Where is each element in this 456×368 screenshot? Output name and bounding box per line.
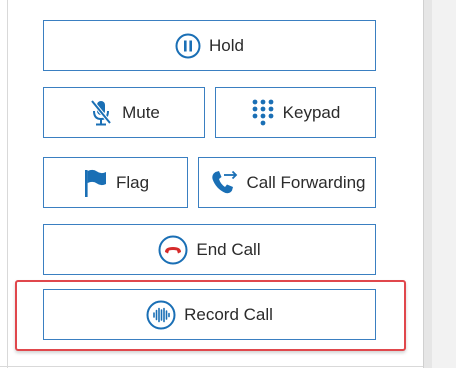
microphone-muted-icon (88, 98, 114, 128)
panel-bottom-border (0, 366, 423, 367)
keypad-label: Keypad (282, 102, 341, 122)
hold-button[interactable]: Hold (43, 20, 376, 71)
phone-forward-icon (208, 168, 240, 198)
mute-label: Mute (122, 102, 160, 122)
flag-icon (82, 168, 108, 198)
call-forwarding-button[interactable]: Call Forwarding (198, 157, 376, 208)
end-call-label: End Call (196, 239, 261, 259)
scrollbar-divider (423, 0, 432, 368)
flag-label: Flag (115, 172, 150, 192)
keypad-dots-icon (251, 98, 275, 128)
flag-button[interactable]: Flag (43, 157, 188, 208)
scrollbar-track[interactable] (423, 0, 456, 368)
pause-circle-icon (175, 33, 201, 59)
call-forwarding-label: Call Forwarding (246, 172, 366, 192)
panel-left-border (7, 0, 8, 368)
hang-up-icon (158, 235, 188, 265)
call-controls-panel: Hold Mute Keypad Flag Call Forwarding En… (0, 0, 456, 368)
end-call-button[interactable]: End Call (43, 224, 376, 275)
record-call-highlight-frame (15, 280, 406, 351)
keypad-button[interactable]: Keypad (215, 87, 376, 138)
mute-button[interactable]: Mute (43, 87, 205, 138)
hold-label: Hold (209, 35, 244, 55)
